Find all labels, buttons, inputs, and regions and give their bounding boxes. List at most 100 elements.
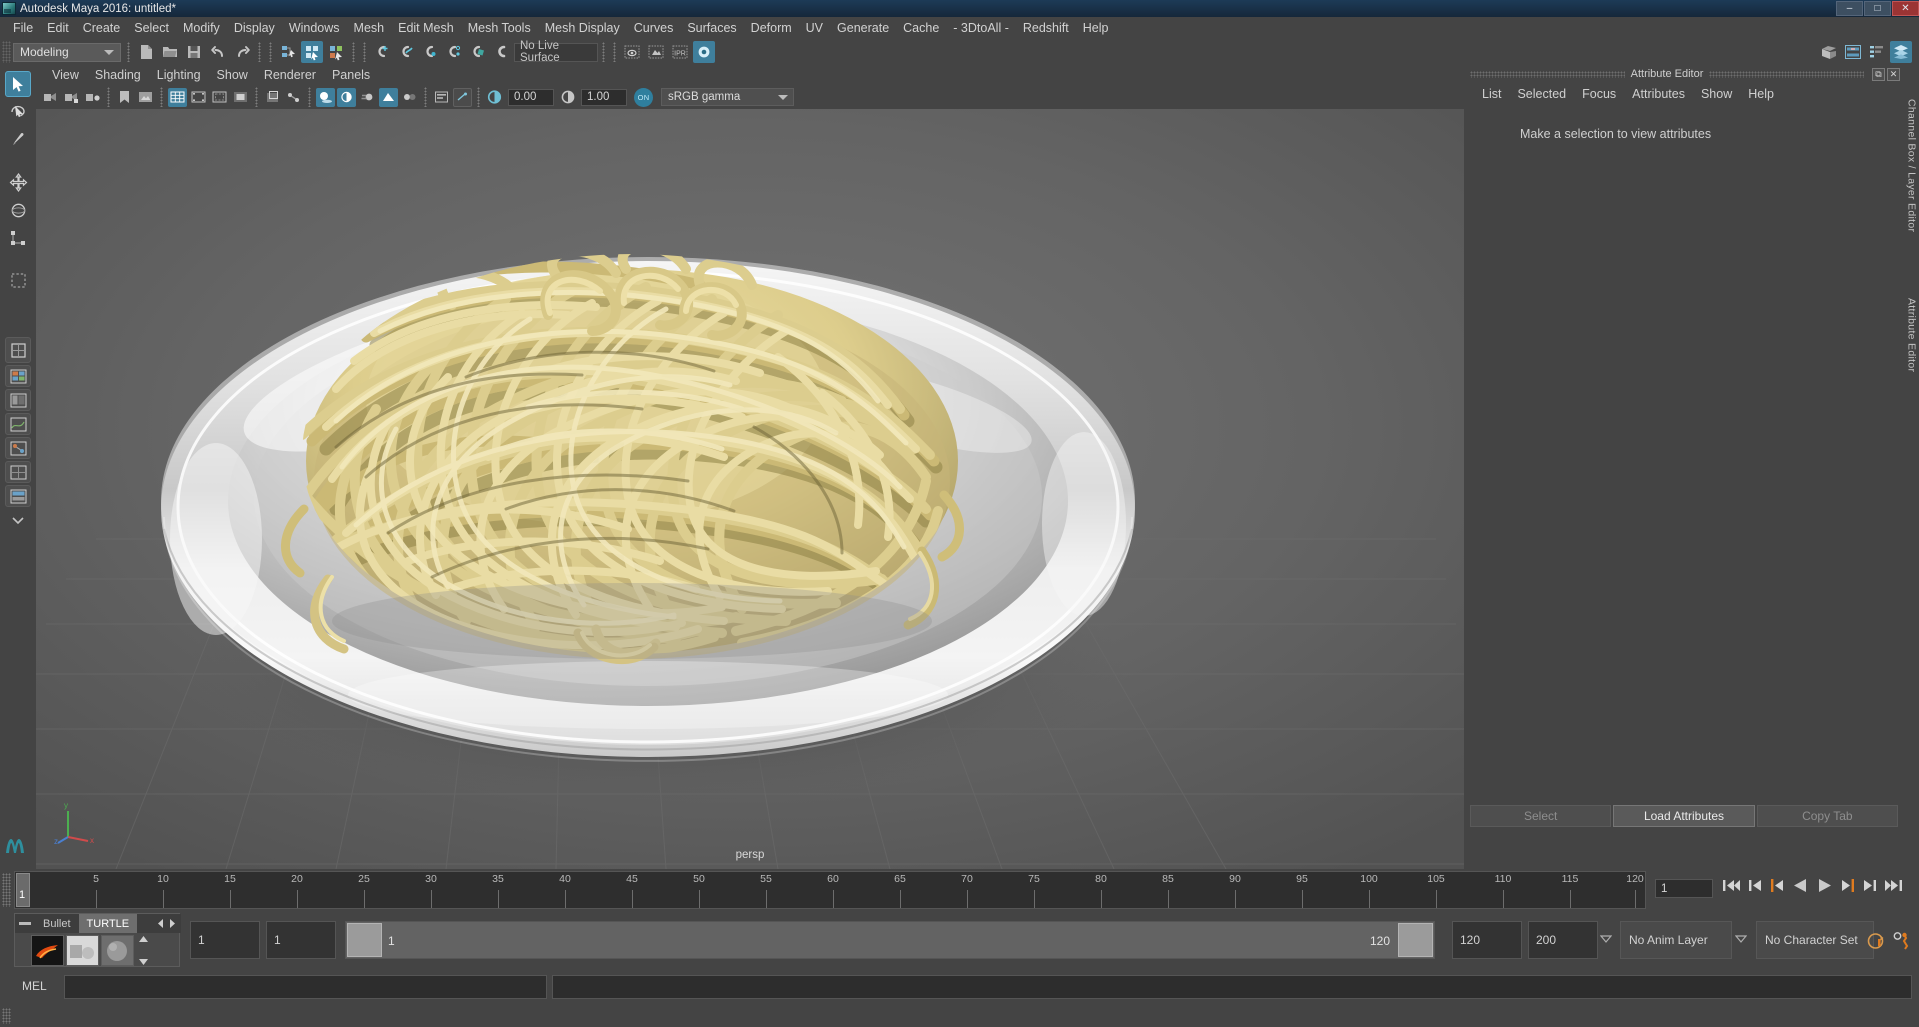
depth-of-field-icon[interactable]	[400, 88, 419, 107]
ipr-render-icon[interactable]: IPR	[669, 41, 691, 63]
gamma-icon[interactable]	[558, 88, 577, 107]
channel-box-icon[interactable]	[1866, 41, 1888, 63]
close-button[interactable]: ✕	[1892, 0, 1919, 16]
select-button[interactable]: Select	[1470, 805, 1612, 827]
current-frame-field[interactable]: 1	[1655, 879, 1713, 898]
select-camera-icon[interactable]	[41, 88, 60, 107]
maximize-button[interactable]: □	[1864, 0, 1891, 16]
quick-layout-more[interactable]	[5, 509, 31, 531]
menu-edit[interactable]: Edit	[40, 19, 76, 37]
copy-tab-button[interactable]: Copy Tab	[1756, 805, 1898, 827]
grid-toggle-icon[interactable]	[168, 87, 187, 107]
exposure-field[interactable]: 0.00	[508, 88, 554, 106]
save-scene-icon[interactable]	[183, 41, 205, 63]
range-start-handle[interactable]	[347, 923, 382, 957]
turtle-bake-icon[interactable]	[66, 935, 99, 966]
show-hide-render-view-icon[interactable]	[621, 41, 643, 63]
menu-generate[interactable]: Generate	[830, 19, 896, 37]
ae-menu-show[interactable]: Show	[1693, 86, 1740, 102]
lock-camera-icon[interactable]	[62, 88, 81, 107]
status-bar-grip[interactable]	[2, 1008, 11, 1024]
resolution-gate-icon[interactable]	[210, 88, 229, 107]
isolate-select-icon[interactable]	[453, 87, 472, 107]
quick-layout-four-view[interactable]	[5, 365, 31, 387]
scale-tool[interactable]	[5, 225, 31, 251]
shelf-menu-icon[interactable]	[15, 921, 35, 926]
anim-start-time-field[interactable]: 1	[190, 921, 260, 959]
step-back-key-icon[interactable]	[1770, 877, 1785, 894]
shadows-icon[interactable]	[316, 87, 335, 107]
time-slider-track[interactable]: 1 5 10 15 20 25 30 35 40 45 50 55 60 65 …	[14, 871, 1646, 909]
new-scene-icon[interactable]	[135, 41, 157, 63]
go-to-start-icon[interactable]	[1722, 877, 1741, 894]
scroll-up-arrow[interactable]	[138, 935, 149, 943]
step-back-frame-icon[interactable]	[1748, 877, 1763, 894]
range-slider-bar[interactable]: 1 120	[345, 921, 1435, 959]
ae-menu-focus[interactable]: Focus	[1574, 86, 1624, 102]
menu-windows[interactable]: Windows	[282, 19, 347, 37]
step-forward-key-icon[interactable]	[1840, 877, 1855, 894]
make-live-icon[interactable]	[491, 41, 513, 63]
shelf-tab-bullet[interactable]: Bullet	[35, 914, 79, 933]
xray-toggle-icon[interactable]	[263, 88, 282, 107]
menu-create[interactable]: Create	[76, 19, 128, 37]
color-management-toggle[interactable]: ON	[634, 87, 653, 107]
film-gate-icon[interactable]	[189, 88, 208, 107]
redo-icon[interactable]	[231, 41, 253, 63]
gate-mask-icon[interactable]	[231, 88, 250, 107]
command-language-label[interactable]: MEL	[22, 979, 47, 993]
undo-icon[interactable]	[207, 41, 229, 63]
viewport-menu-renderer[interactable]: Renderer	[256, 67, 324, 83]
shelf-tab-turtle[interactable]: TURTLE	[78, 914, 138, 933]
turtle-render-icon[interactable]	[31, 935, 64, 966]
screen-space-ao-icon[interactable]	[337, 87, 356, 107]
viewport-menu-show[interactable]: Show	[209, 67, 256, 83]
quick-layout-extra[interactable]	[5, 485, 31, 507]
viewport-menu-lighting[interactable]: Lighting	[149, 67, 209, 83]
attribute-editor-icon[interactable]	[1842, 41, 1864, 63]
quick-layout-persp-graph[interactable]	[5, 413, 31, 435]
color-management-selector[interactable]: sRGB gamma	[661, 88, 794, 106]
go-to-end-icon[interactable]	[1884, 877, 1903, 894]
menu-uv[interactable]: UV	[799, 19, 830, 37]
quick-layout-persp-outliner[interactable]	[5, 389, 31, 411]
playback-options-arrow[interactable]	[1600, 935, 1612, 943]
menu-select[interactable]: Select	[127, 19, 176, 37]
multisample-icon[interactable]	[379, 87, 398, 107]
viewport-menu-panels[interactable]: Panels	[324, 67, 378, 83]
menu-cache[interactable]: Cache	[896, 19, 946, 37]
move-tool[interactable]	[5, 169, 31, 195]
load-attributes-button[interactable]: Load Attributes	[1613, 805, 1755, 827]
menu-redshift[interactable]: Redshift	[1016, 19, 1076, 37]
lasso-select-tool[interactable]	[5, 99, 31, 125]
step-forward-frame-icon[interactable]	[1862, 877, 1877, 894]
tab-attribute-editor[interactable]: Attribute Editor	[1904, 275, 1919, 395]
ae-menu-help[interactable]: Help	[1740, 86, 1782, 102]
open-scene-icon[interactable]	[159, 41, 181, 63]
menu-3dtoall[interactable]: - 3DtoAll -	[946, 19, 1016, 37]
undock-icon[interactable]: ⧉	[1872, 67, 1886, 81]
render-current-frame-icon[interactable]	[645, 41, 667, 63]
viewport-menu-view[interactable]: View	[44, 67, 87, 83]
snap-to-grid-icon[interactable]	[371, 41, 393, 63]
select-by-component-icon[interactable]	[325, 41, 347, 63]
play-backwards-icon[interactable]	[1792, 877, 1809, 894]
ae-menu-list[interactable]: List	[1474, 86, 1509, 102]
time-slider-grip[interactable]	[2, 873, 11, 907]
snap-to-projected-center-icon[interactable]	[443, 41, 465, 63]
menu-file[interactable]: File	[6, 19, 40, 37]
xray-joints-icon[interactable]	[284, 88, 303, 107]
anim-layer-dropdown-arrow[interactable]	[1735, 935, 1747, 943]
rotate-tool[interactable]	[5, 197, 31, 223]
minimize-button[interactable]: –	[1836, 0, 1863, 16]
viewport-3d-scene[interactable]: persp y x z	[36, 109, 1464, 869]
quick-layout-hypershade[interactable]	[5, 437, 31, 459]
close-icon[interactable]: ✕	[1887, 67, 1901, 81]
snap-to-view-plane-icon[interactable]	[467, 41, 489, 63]
menu-help[interactable]: Help	[1076, 19, 1116, 37]
viewport-menu-shading[interactable]: Shading	[87, 67, 149, 83]
image-plane-icon[interactable]	[136, 88, 155, 107]
command-input[interactable]	[64, 975, 547, 999]
snap-to-point-icon[interactable]	[419, 41, 441, 63]
live-surface-field[interactable]: No Live Surface	[514, 40, 598, 64]
